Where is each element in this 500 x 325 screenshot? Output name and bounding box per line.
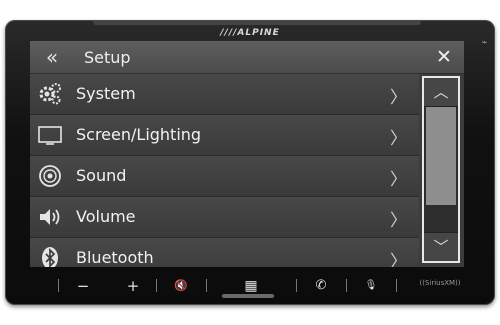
menu-item-system[interactable]: System 〉 bbox=[30, 74, 419, 115]
menu-item-label: Screen/Lighting bbox=[76, 125, 202, 144]
scroll-thumb[interactable] bbox=[426, 107, 456, 205]
brand-logo: ////ALPINE bbox=[220, 28, 280, 38]
scroll-down-button[interactable]: ﹀ bbox=[424, 232, 458, 261]
speaker-icon bbox=[38, 164, 62, 188]
divider bbox=[156, 279, 157, 292]
setup-menu: System 〉 Screen/Lighting 〉 Sound 〉 Volum… bbox=[30, 74, 419, 267]
close-button[interactable]: ✕ bbox=[430, 43, 458, 71]
chevron-right-icon: 〉 bbox=[390, 129, 407, 149]
divider bbox=[296, 279, 297, 292]
gears-icon bbox=[38, 82, 62, 106]
scrollbar[interactable]: ︿ ﹀ bbox=[422, 76, 460, 263]
home-button[interactable]: ▦ bbox=[238, 277, 264, 295]
divider bbox=[58, 279, 59, 292]
divider bbox=[396, 279, 397, 292]
title-bar: « Setup ✕ bbox=[30, 41, 464, 74]
page-title: Setup bbox=[84, 48, 131, 67]
menu-item-screen-lighting[interactable]: Screen/Lighting 〉 bbox=[30, 115, 419, 156]
monitor-icon bbox=[38, 123, 62, 147]
menu-item-label: Sound bbox=[76, 166, 127, 185]
bezel-top bbox=[93, 21, 421, 25]
volume-icon bbox=[38, 205, 62, 229]
chevron-right-icon: 〉 bbox=[390, 170, 407, 190]
chevron-right-icon: 〉 bbox=[390, 252, 407, 267]
bluetooth-icon bbox=[38, 246, 62, 267]
hardware-button-bar: − + 🔇 ▦ ✆ 🎙 ((SiriusXM)) bbox=[30, 274, 464, 296]
settings-hw-icon: ⌁ bbox=[481, 38, 487, 48]
menu-item-label: Volume bbox=[76, 207, 136, 226]
mute-button[interactable]: 🔇 bbox=[170, 277, 192, 295]
menu-item-volume[interactable]: Volume 〉 bbox=[30, 197, 419, 238]
home-indicator bbox=[222, 294, 274, 298]
divider bbox=[346, 279, 347, 292]
menu-item-sound[interactable]: Sound 〉 bbox=[30, 156, 419, 197]
menu-item-label: System bbox=[76, 84, 136, 103]
scroll-track[interactable] bbox=[424, 107, 458, 232]
menu-item-label: Bluetooth bbox=[76, 248, 154, 267]
screen: « Setup ✕ System 〉 Screen/Lighting 〉 Sou… bbox=[30, 41, 464, 267]
back-button[interactable]: « bbox=[40, 44, 64, 70]
microphone-button[interactable]: 🎙 bbox=[360, 277, 382, 295]
chevron-right-icon: 〉 bbox=[390, 211, 407, 231]
divider bbox=[206, 279, 207, 292]
chevron-right-icon: 〉 bbox=[390, 88, 407, 108]
phone-button[interactable]: ✆ bbox=[310, 277, 332, 295]
volume-down-button[interactable]: − bbox=[72, 277, 94, 295]
volume-up-button[interactable]: + bbox=[122, 277, 144, 295]
scroll-up-button[interactable]: ︿ bbox=[424, 78, 458, 107]
siriusxm-logo: ((SiriusXM)) bbox=[419, 279, 461, 287]
menu-item-bluetooth[interactable]: Bluetooth 〉 bbox=[30, 238, 419, 267]
